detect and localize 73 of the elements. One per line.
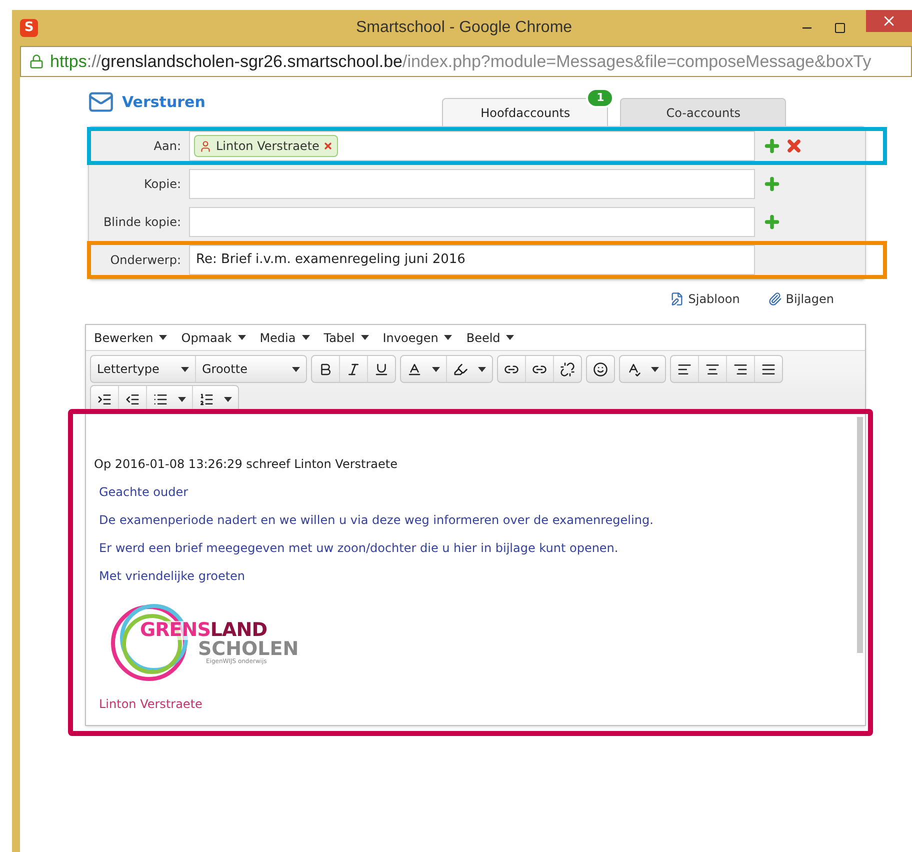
caret-icon [651,366,659,372]
message-paragraph: Geachte ouder [99,484,190,501]
subject-field[interactable]: Re: Brief i.v.m. examenregeling juni 2016 [189,245,755,275]
signature: Linton Verstraete [99,696,204,713]
subject-text: Re: Brief i.v.m. examenregeling juni 2016 [195,251,466,270]
underline-icon [374,362,389,376]
caret-icon [292,366,300,372]
count-badge: 1 [586,88,614,108]
italic-icon [346,362,361,376]
pen-document-icon [670,292,684,306]
page-heading: Versturen [122,92,206,113]
clear-icon[interactable] [785,137,803,155]
caret-icon [444,335,452,340]
quote-header: Op 2016-01-08 13:26:29 schreef Linton Verstraete [94,456,398,473]
caret-icon [432,366,440,372]
add-icon[interactable] [763,175,781,193]
attachments-link[interactable]: Bijlagen [768,290,834,308]
maximize-icon[interactable] [834,22,846,34]
message-paragraph: Met vriendelijke groeten [99,568,246,585]
message-paragraph: De examenperiode nadert en we willen u via deze weg informeren over de examenregeling. [99,512,654,529]
caret-icon [360,335,369,340]
font-select[interactable]: Lettertype [91,356,196,382]
field-label: Onderwerp: [109,252,182,269]
smiley-icon [593,362,608,376]
add-icon[interactable] [763,137,781,155]
menu-item[interactable]: Media [260,328,310,346]
recipient-field[interactable]: Linton Verstraete [189,131,755,161]
caret-icon [224,396,232,402]
caret-icon [181,366,189,372]
logo-text: SCHOLEN [198,640,299,659]
outdent-icon [125,392,140,406]
caret-icon [159,335,168,340]
text-color-icon [407,362,422,376]
bullet-list-icon [153,392,168,406]
size-select[interactable]: Grootte [196,356,306,382]
template-link[interactable]: Sjabloon [670,290,740,308]
window-title: Smartschool - Google Chrome [356,18,572,38]
menu-item[interactable]: Bewerken [94,328,168,346]
app-icon: S [20,19,38,37]
indent-icon [97,392,112,406]
recipient-chip[interactable]: Linton Verstraete [194,135,338,157]
menu-item[interactable]: Opmaak [181,328,246,346]
caret-icon [302,335,310,340]
caret-icon [506,335,514,340]
add-icon[interactable] [763,213,781,231]
paperclip-icon [768,292,782,306]
align-left-icon [677,362,692,376]
remove-icon[interactable] [323,141,334,151]
field-label: Aan: [152,138,182,155]
lock-icon [29,54,44,69]
spellcheck-icon [626,362,641,376]
align-right-icon [733,362,748,376]
menu-item[interactable]: Beeld [466,328,514,346]
menu-item[interactable]: Tabel [324,328,369,346]
unlink-icon [560,362,575,376]
message-paragraph: Er werd een brief meegegeven met uw zoon/dochter die u hier in bijlage kunt openen. [99,540,620,557]
scrollbar-thumb[interactable] [857,417,863,653]
field-label: Blinde kopie: [102,214,182,231]
recipient-field[interactable] [189,169,755,199]
tab[interactable]: Co-accounts [620,98,786,126]
bold-icon [318,362,333,376]
menu-item[interactable]: Invoegen [382,328,452,346]
caret-icon [178,396,186,402]
person-icon [199,140,212,152]
caret-icon [238,335,246,340]
recipient-field[interactable] [189,207,755,237]
justify-icon [761,362,776,376]
align-center-icon [705,362,720,376]
field-label: Kopie: [143,176,182,193]
highlighter-icon [453,362,468,376]
caret-icon [478,366,486,372]
close-button[interactable] [866,10,912,32]
numbered-list-icon [199,392,214,406]
